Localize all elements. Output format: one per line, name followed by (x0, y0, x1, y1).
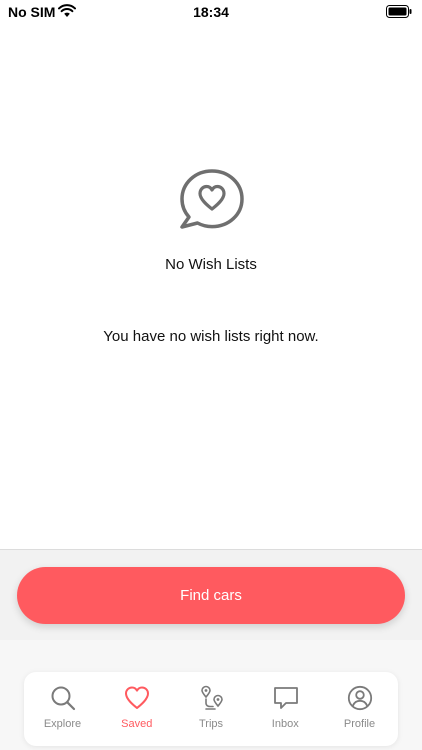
tab-label: Inbox (271, 718, 299, 730)
chat-bubble-icon (273, 687, 298, 709)
tab-bar: Explore Saved Trips Inbox Profile (24, 672, 398, 746)
search-icon (51, 686, 76, 711)
user-circle-icon (347, 685, 373, 711)
tab-label: Trips (198, 718, 224, 730)
heart-chat-bubble-icon (180, 169, 244, 229)
battery-icon (386, 5, 412, 18)
tab-label: Saved (121, 718, 153, 730)
tab-trips[interactable]: Trips (175, 672, 248, 746)
heart-icon (125, 686, 150, 709)
status-bar: No SIM 18:34 (0, 0, 422, 24)
empty-state-message: You have no wish lists right now. (103, 328, 319, 345)
tab-inbox[interactable]: Inbox (249, 672, 322, 746)
tab-saved[interactable]: Saved (100, 672, 173, 746)
action-area: Find cars (0, 549, 422, 640)
tab-label: Profile (343, 718, 376, 730)
tab-explore[interactable]: Explore (26, 672, 99, 746)
route-pins-icon (200, 685, 223, 710)
find-cars-button[interactable]: Find cars (17, 567, 405, 624)
tab-bar-container: Explore Saved Trips Inbox Profile (0, 640, 422, 750)
tab-profile[interactable]: Profile (323, 672, 396, 746)
tab-label: Explore (43, 718, 82, 730)
empty-state-title: No Wish Lists (165, 256, 257, 273)
clock: 18:34 (193, 4, 229, 20)
